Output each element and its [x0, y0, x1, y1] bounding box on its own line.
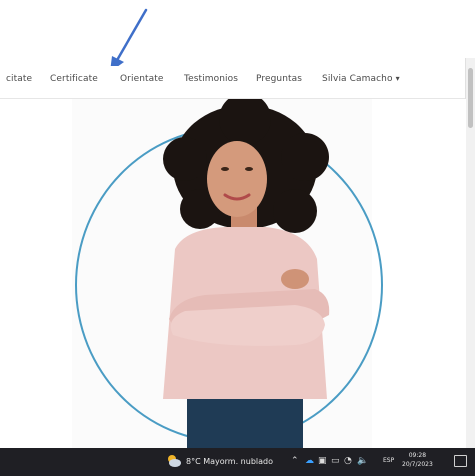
- taskbar-clock[interactable]: 09:28 20/7/2023: [402, 451, 433, 469]
- battery-icon[interactable]: ▭: [331, 456, 340, 466]
- onedrive-icon[interactable]: ☁: [305, 456, 314, 466]
- hero-woman-image: [163, 99, 330, 448]
- windows-taskbar: 8°C Mayorm. nublado ⌃ ☁ ▣ ▭ ◔ 🔈 ESP 09:2…: [0, 448, 475, 476]
- weather-text[interactable]: 8°C Mayorm. nublado: [186, 457, 273, 466]
- show-hidden-icons-icon[interactable]: ⌃: [291, 456, 299, 466]
- page-scrollbar[interactable]: [465, 58, 475, 448]
- nav-item-certificate[interactable]: Certificate: [50, 74, 98, 84]
- account-name: Silvia Camacho: [322, 74, 393, 84]
- hero-section: [0, 99, 466, 448]
- meet-now-icon[interactable]: ▣: [318, 456, 327, 466]
- weather-cloud-icon[interactable]: [166, 454, 182, 468]
- top-navigation: citate Certificate Orientate Testimonios…: [0, 66, 466, 99]
- clock-time: 09:28: [408, 452, 427, 459]
- nav-item-testimonios[interactable]: Testimonios: [184, 74, 238, 84]
- nav-item-preguntas[interactable]: Preguntas: [256, 74, 302, 84]
- nav-item-account[interactable]: Silvia Camacho ▾: [322, 74, 400, 84]
- clock-date: 20/7/2023: [402, 461, 433, 468]
- caret-down-icon: ▾: [395, 74, 400, 83]
- notifications-icon[interactable]: [454, 455, 467, 467]
- volume-icon[interactable]: 🔈: [357, 456, 368, 466]
- nav-item-citate[interactable]: citate: [6, 74, 32, 84]
- nav-item-orientate[interactable]: Orientate: [120, 74, 164, 84]
- wifi-icon[interactable]: ◔: [344, 456, 352, 466]
- language-indicator[interactable]: ESP: [383, 457, 394, 464]
- scrollbar-thumb[interactable]: [468, 68, 473, 128]
